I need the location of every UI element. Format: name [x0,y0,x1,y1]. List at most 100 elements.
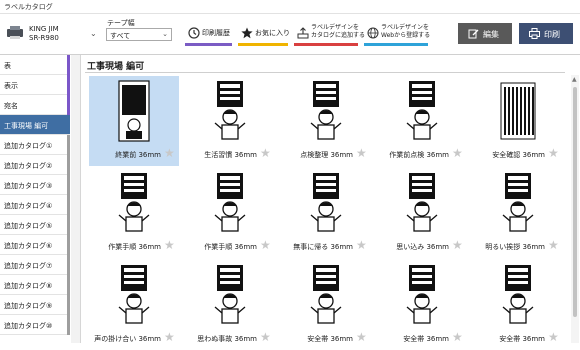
sidebar-item-11[interactable]: 追加カタログ⑧ [0,275,70,295]
label-caption: 作業手順 36mm [204,243,257,251]
favorite-star-icon[interactable]: ★ [164,146,175,160]
favorite-star-icon[interactable]: ★ [356,330,367,344]
sidebar-item-5[interactable]: 追加カタログ② [0,155,70,175]
sidebar-item-label: 追加カタログ⑩ [4,322,53,330]
label-card[interactable]: 終業前 36mm ★ [89,76,179,166]
sidebar-item-stripe [67,275,70,295]
sidebar-item-6[interactable]: 追加カタログ③ [0,175,70,195]
favorite-star-icon[interactable]: ★ [164,330,175,344]
chevron-down-icon[interactable]: ⌄ [90,29,97,38]
sidebar-item-9[interactable]: 追加カタログ⑥ [0,235,70,255]
label-thumbnail [214,173,246,232]
printer-icon [7,26,23,39]
favorite-star-icon[interactable]: ★ [260,330,271,344]
web-register-button[interactable]: ラベルデザインを Webから登録する [364,22,430,46]
sidebar-item-label: 工事現場 編可 [4,122,49,130]
label-thumbnail [310,81,342,140]
label-thumbnail [500,82,536,140]
sidebar-item-stripe [67,315,70,335]
sidebar-item-12[interactable]: 追加カタログ⑨ [0,295,70,315]
label-card[interactable]: 点検整理 36mm ★ [281,76,371,166]
print-label: 印刷 [544,30,560,39]
label-card[interactable]: 思わぬ事故 36mm ★ [185,260,275,350]
sidebar-item-1[interactable]: 表示 [0,75,70,95]
favorite-star-icon[interactable]: ★ [548,330,559,344]
label-thumbnail [502,173,534,232]
sidebar-item-stripe [67,235,70,255]
history-button[interactable]: 印刷履歴 [185,22,232,46]
vertical-scrollbar[interactable]: ▲ [571,75,579,343]
sidebar-item-13[interactable]: 追加カタログ⑩ [0,315,70,335]
printer-name[interactable]: KING JIM SR-R980 [29,25,59,43]
favorite-star-icon[interactable]: ★ [548,238,559,252]
scrollbar-thumb[interactable] [573,87,577,317]
label-card[interactable]: 作業手順 36mm ★ [185,168,275,258]
panel-splitter[interactable] [71,55,81,343]
label-card[interactable]: 思い込み 36mm ★ [377,168,467,258]
sidebar-item-label: 表示 [4,82,18,90]
favorite-star-icon[interactable]: ★ [356,146,367,160]
sidebar-item-4[interactable]: 追加カタログ① [0,135,70,155]
toolbar: KING JIM SR-R980 ⌄ テープ幅 すべて ⌄ 印刷履歴 お気に入り… [0,14,580,55]
sidebar-item-stripe [67,255,70,275]
print-icon [529,28,540,39]
sidebar-item-2[interactable]: 宛名 [0,95,70,115]
sidebar-item-label: 追加カタログ⑦ [4,262,53,270]
web-register-label: ラベルデザインを Webから登録する [381,24,430,40]
label-card[interactable]: 生活習慣 36mm ★ [185,76,275,166]
label-caption: 明るい挨拶 36mm [485,243,545,251]
label-card[interactable]: 声の掛け合い 36mm ★ [89,260,179,350]
favorite-star-icon[interactable]: ★ [164,238,175,252]
label-grid: 終業前 36mm ★ 生活習慣 36mm ★ 点検整理 36mm ★ 作業前点検 36mm ★… [89,76,569,344]
favorite-star-icon[interactable]: ★ [452,238,463,252]
send-to-catalog-button[interactable]: ラベルデザインを カタログに追加する [294,22,365,46]
sidebar-item-label: 追加カタログ② [4,162,53,170]
print-button[interactable]: 印刷 [519,23,573,44]
label-thumbnail [310,173,342,232]
label-card[interactable]: 作業前点検 36mm ★ [377,76,467,166]
sidebar-item-label: 追加カタログ① [4,142,53,150]
chevron-down-icon: ⌄ [162,30,168,38]
sidebar-item-8[interactable]: 追加カタログ⑤ [0,215,70,235]
label-card[interactable]: 明るい挨拶 36mm ★ [473,168,563,258]
send-to-catalog-line1: ラベルデザインを [311,24,360,31]
label-thumbnail [118,80,150,142]
favorites-label: お気に入り [255,29,290,37]
web-register-line2: Webから登録する [381,32,431,39]
title-bar: ラベルカタログ [0,0,580,14]
label-thumbnail [118,173,150,232]
sidebar-item-stripe [67,295,70,315]
label-card[interactable]: 安全確認 36mm ★ [473,76,563,166]
tape-width-select[interactable]: すべて ⌄ [106,28,172,41]
favorites-button[interactable]: お気に入り [238,22,290,46]
sidebar-item-label: 追加カタログ⑨ [4,302,53,310]
history-icon [188,27,200,39]
label-card[interactable]: 無事に帰る 36mm ★ [281,168,371,258]
favorite-star-icon[interactable]: ★ [452,330,463,344]
sidebar-item-10[interactable]: 追加カタログ⑦ [0,255,70,275]
web-register-line1: ラベルデザインを [381,24,430,31]
label-caption: 終業前 36mm [115,151,161,159]
edit-button[interactable]: 編集 [458,23,512,44]
sidebar-item-3[interactable]: 工事現場 編可 [0,115,70,135]
window-title: ラベルカタログ [4,3,53,11]
label-caption: 点検整理 36mm [300,151,353,159]
sidebar-item-label: 追加カタログ③ [4,182,53,190]
sidebar-item-0[interactable]: 表 [0,55,70,75]
label-card[interactable]: 安全帯 36mm ★ [473,260,563,350]
label-thumbnail [118,265,150,324]
scroll-up-icon[interactable]: ▲ [572,76,577,83]
favorite-star-icon[interactable]: ★ [260,238,271,252]
label-card[interactable]: 安全帯 36mm ★ [377,260,467,350]
favorite-star-icon[interactable]: ★ [260,146,271,160]
label-thumbnail [214,265,246,324]
label-caption: 思い込み 36mm [396,243,449,251]
label-card[interactable]: 作業手順 36mm ★ [89,168,179,258]
sidebar-item-7[interactable]: 追加カタログ④ [0,195,70,215]
favorite-star-icon[interactable]: ★ [548,146,559,160]
label-card[interactable]: 安全帯 36mm ★ [281,260,371,350]
favorite-star-icon[interactable]: ★ [356,238,367,252]
sidebar-item-stripe [67,175,70,195]
favorite-star-icon[interactable]: ★ [452,146,463,160]
star-icon [241,27,253,39]
